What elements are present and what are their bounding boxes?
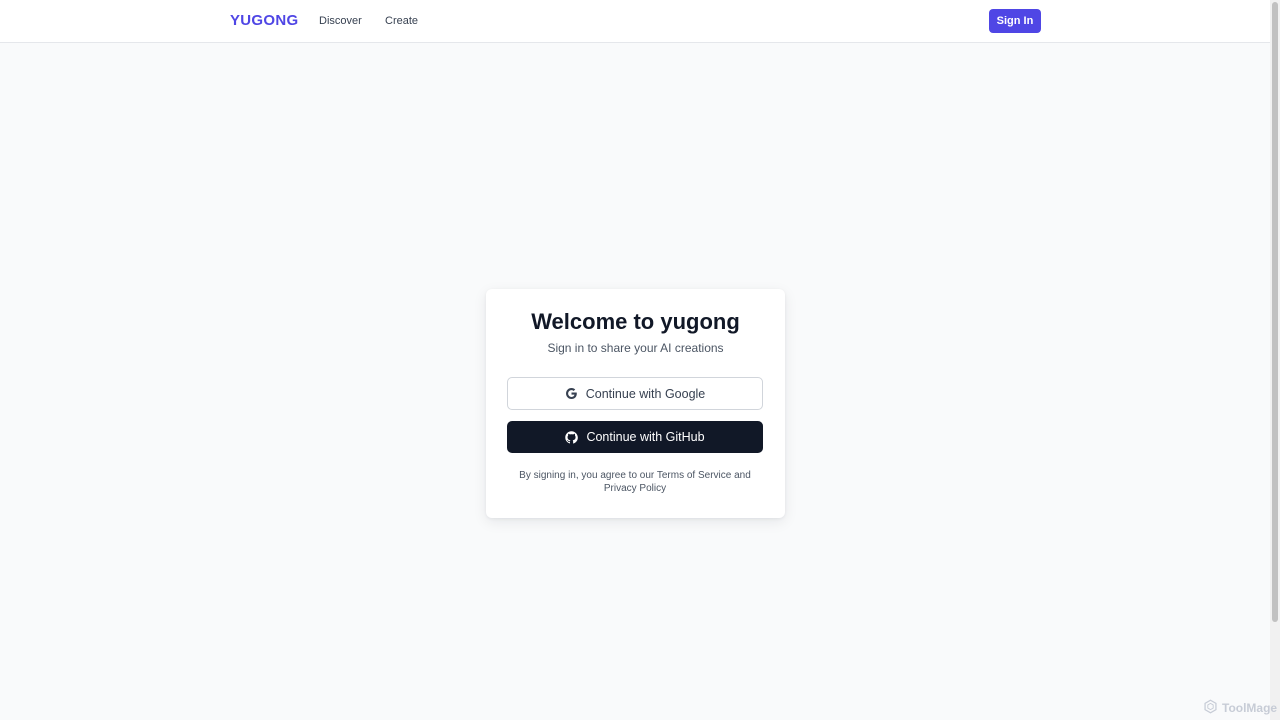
top-navbar: YUGONG Discover Create Sign In [0, 0, 1270, 43]
github-icon [565, 430, 579, 444]
watermark-text: ToolMage [1222, 701, 1278, 715]
card-subtitle: Sign in to share your AI creations [547, 341, 724, 355]
continue-with-google-button[interactable]: Continue with Google [507, 377, 763, 410]
legal-notice: By signing in, you agree to our Terms of… [510, 469, 760, 495]
google-button-label: Continue with Google [585, 386, 706, 401]
google-icon [565, 387, 578, 400]
sign-in-button[interactable]: Sign In [989, 9, 1041, 33]
nav-link-create[interactable]: Create [385, 15, 418, 27]
terms-of-service-link[interactable]: Terms of Service [657, 470, 731, 481]
card-title: Welcome to yugong [531, 309, 740, 334]
legal-prefix: By signing in, you agree to our [519, 470, 655, 481]
sign-in-card: Welcome to yugong Sign in to share your … [486, 289, 785, 518]
brand-logo[interactable]: YUGONG [230, 12, 298, 29]
scrollbar-thumb[interactable] [1272, 2, 1278, 622]
toolmage-watermark: ToolMage [1203, 699, 1277, 717]
privacy-policy-link[interactable]: Privacy Policy [604, 483, 666, 494]
hexagon-logo-icon [1203, 699, 1218, 717]
page-scrollbar[interactable] [1270, 0, 1280, 720]
nav-link-discover[interactable]: Discover [319, 15, 362, 27]
github-button-label: Continue with GitHub [586, 430, 705, 444]
continue-with-github-button[interactable]: Continue with GitHub [507, 421, 763, 453]
legal-and: and [734, 470, 751, 481]
